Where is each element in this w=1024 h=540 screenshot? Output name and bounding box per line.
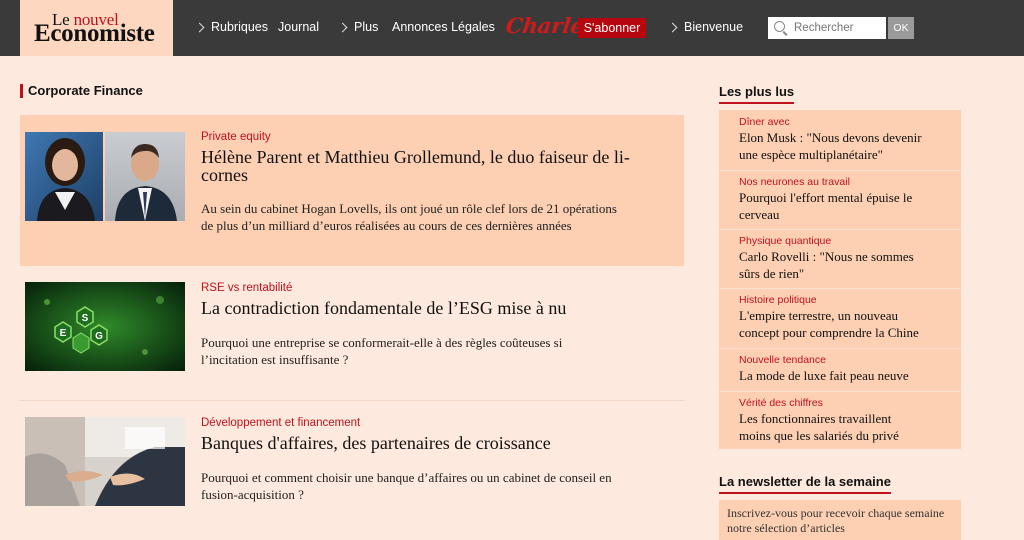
- article-title[interactable]: La contradiction fondamentale de l’ESG m…: [201, 299, 671, 317]
- headline-line: une espèce multiplanétaire": [739, 147, 883, 162]
- headline-line: Elon Musk : "Nous devons devenir: [739, 130, 922, 145]
- chevron-right-icon: [337, 22, 348, 33]
- site-logo[interactable]: Le nouvel Economiste: [20, 0, 173, 56]
- nav-bienvenue[interactable]: Bienvenue: [667, 20, 744, 34]
- most-read-list: Dîner avec Elon Musk : "Nous devons deve…: [719, 110, 961, 449]
- article-card[interactable]: E S G RSE vs rentabilité La contradictio…: [20, 266, 684, 400]
- article-card[interactable]: Private equity Hélène Parent et Matthieu…: [20, 115, 684, 266]
- esg-letter: E: [60, 328, 67, 339]
- article-kicker[interactable]: Développement et financement: [201, 417, 360, 429]
- headline-line: moins que les salariés du privé: [739, 428, 899, 443]
- list-separator: [719, 170, 961, 171]
- article-description: Au sein du cabinet Hogan Lovells, ils on…: [201, 200, 671, 234]
- headline-line: La mode de luxe fait peau neuve: [739, 368, 909, 383]
- nav-rubriques[interactable]: Rubriques: [194, 20, 268, 34]
- top-navigation-bar: Le nouvel Economiste Rubriques Journal P…: [0, 0, 1024, 56]
- esg-illustration: E S G: [25, 282, 185, 371]
- nav-journal-label: Journal: [278, 20, 319, 34]
- desc-line: Pourquoi et comment choisir une banque d…: [201, 470, 612, 485]
- most-read-item[interactable]: Physique quantique Carlo Rovelli : "Nous…: [739, 235, 954, 282]
- most-read-kicker: Nouvelle tendance: [739, 354, 826, 366]
- search-ok-button[interactable]: OK: [888, 17, 914, 39]
- logo-line-2: Economiste: [34, 20, 155, 47]
- most-read-item[interactable]: Vérité des chiffres Les fonctionnaires t…: [739, 397, 954, 444]
- article-title[interactable]: Banques d'affaires, des partenaires de c…: [201, 434, 671, 452]
- search-box: [768, 17, 886, 39]
- title-underline: [719, 492, 891, 494]
- title-line: La contradiction fondamentale de l’ESG m…: [201, 298, 567, 318]
- desc-line: de plus d’un milliard d’euros réalisées …: [201, 218, 572, 233]
- most-read-headline: Pourquoi l'effort mental épuise le cerve…: [739, 189, 954, 223]
- list-separator: [719, 229, 961, 230]
- article-title[interactable]: Hélène Parent et Matthieu Grollemund, le…: [201, 148, 671, 184]
- most-read-headline: Carlo Rovelli : "Nous ne sommes sûrs de …: [739, 248, 954, 282]
- search-input[interactable]: [794, 17, 882, 39]
- most-read-title: Les plus lus: [719, 84, 795, 104]
- headline-line: Carlo Rovelli : "Nous ne sommes: [739, 249, 914, 264]
- most-read-headline: Les fonctionnaires travaillent moins que…: [739, 410, 954, 444]
- nav-plus[interactable]: Plus: [337, 20, 379, 34]
- most-read-headline: L'empire terrestre, un nouveau concept p…: [739, 307, 954, 341]
- meeting-photo: [25, 417, 185, 506]
- most-read-item[interactable]: Nouvelle tendance La mode de luxe fait p…: [739, 354, 954, 384]
- article-image-meeting[interactable]: [25, 417, 185, 506]
- list-separator: [719, 348, 961, 349]
- desc-line: Au sein du cabinet Hogan Lovells, ils on…: [201, 201, 617, 216]
- nav-bienvenue-label: Bienvenue: [684, 20, 744, 34]
- list-separator: [719, 288, 961, 289]
- most-read-kicker: Physique quantique: [739, 235, 832, 247]
- article-kicker[interactable]: Private equity: [201, 131, 271, 143]
- most-read-title-text: Les plus lus: [719, 84, 795, 99]
- most-read-item[interactable]: Histoire politique L'empire terrestre, u…: [739, 294, 954, 341]
- newsletter-text: Inscrivez-vous pour recevoir chaque sema…: [727, 506, 945, 535]
- title-line: cornes: [201, 165, 248, 185]
- portraits-photo: [25, 132, 185, 221]
- subscribe-button[interactable]: S'abonner: [578, 18, 646, 38]
- article-image-esg[interactable]: E S G: [25, 282, 185, 371]
- article-kicker[interactable]: RSE vs rentabilité: [201, 282, 292, 294]
- nav-plus-label: Plus: [354, 20, 379, 34]
- most-read-kicker: Nos neurones au travail: [739, 176, 850, 188]
- most-read-kicker: Dîner avec: [739, 116, 790, 128]
- esg-letter: G: [95, 331, 103, 342]
- section-title: Corporate Finance: [20, 84, 143, 98]
- article-description: Pourquoi une entreprise se conformerait-…: [201, 334, 671, 368]
- esg-letter: S: [82, 313, 89, 324]
- title-line: Hélène Parent et Matthieu Grollemund, le…: [201, 147, 630, 167]
- list-separator: [719, 391, 961, 392]
- article-card[interactable]: Développement et financement Banques d'a…: [20, 401, 684, 526]
- newsletter-title: La newsletter de la semaine: [719, 474, 891, 494]
- desc-line: l’incitation est insuffisante ?: [201, 352, 349, 367]
- headline-line: concept pour comprendre la Chine: [739, 325, 919, 340]
- title-underline: [719, 102, 795, 104]
- most-read-kicker: Histoire politique: [739, 294, 817, 306]
- desc-line: Pourquoi une entreprise se conformerait-…: [201, 335, 563, 350]
- article-description: Pourquoi et comment choisir une banque d…: [201, 469, 671, 503]
- headline-line: sûrs de rien": [739, 266, 805, 281]
- newsletter-title-text: La newsletter de la semaine: [719, 474, 891, 489]
- chevron-right-icon: [194, 22, 205, 33]
- most-read-kicker: Vérité des chiffres: [739, 397, 823, 409]
- nav-rubriques-label: Rubriques: [211, 20, 268, 34]
- desc-line: fusion-acquisition ?: [201, 487, 304, 502]
- nav-annonces-legales-label: Annonces Légales: [392, 20, 495, 34]
- title-line: Banques d'affaires, des partenaires de c…: [201, 433, 551, 453]
- most-read-item[interactable]: Dîner avec Elon Musk : "Nous devons deve…: [739, 116, 954, 163]
- newsletter-box: Inscrivez-vous pour recevoir chaque sema…: [719, 500, 961, 540]
- chevron-right-icon: [667, 22, 678, 33]
- headline-line: L'empire terrestre, un nouveau: [739, 308, 898, 323]
- headline-line: Pourquoi l'effort mental épuise le: [739, 190, 913, 205]
- article-image-portraits[interactable]: [25, 132, 185, 221]
- most-read-headline: La mode de luxe fait peau neuve: [739, 367, 954, 384]
- most-read-item[interactable]: Nos neurones au travail Pourquoi l'effor…: [739, 176, 954, 223]
- search-icon: [774, 21, 785, 32]
- nav-journal[interactable]: Journal: [278, 20, 319, 34]
- headline-line: Les fonctionnaires travaillent: [739, 411, 892, 426]
- nav-annonces-legales[interactable]: Annonces Légales: [392, 20, 495, 34]
- most-read-headline: Elon Musk : "Nous devons devenir une esp…: [739, 129, 954, 163]
- headline-line: cerveau: [739, 207, 780, 222]
